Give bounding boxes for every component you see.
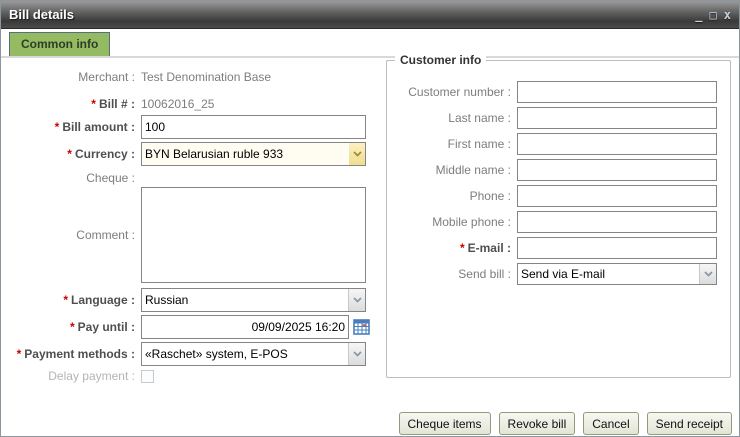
bill-form: Merchant : Test Denomination Base *Bill … xyxy=(1,66,381,383)
required-asterisk: * xyxy=(91,97,96,111)
minimize-icon[interactable]: _ xyxy=(695,9,702,21)
language-row: *Language : Russian xyxy=(1,288,381,312)
currency-select[interactable]: BYN Belarusian ruble 933 xyxy=(141,142,366,166)
chevron-down-icon[interactable] xyxy=(348,343,365,365)
customer-number-row: Customer number : xyxy=(387,81,718,103)
delay-payment-label: Delay payment xyxy=(48,369,128,383)
dialog-titlebar[interactable]: Bill details _ □ x xyxy=(1,1,739,29)
dialog-content: Merchant : Test Denomination Base *Bill … xyxy=(1,58,739,436)
email-input[interactable] xyxy=(517,237,717,259)
chevron-down-icon[interactable] xyxy=(348,289,365,311)
last-name-row: Last name : xyxy=(387,107,718,129)
mobile-phone-row: Mobile phone : xyxy=(387,211,718,233)
required-asterisk: * xyxy=(70,320,75,334)
revoke-bill-button[interactable]: Revoke bill xyxy=(499,412,576,435)
send-bill-label: Send bill xyxy=(458,267,504,281)
bill-number-row: *Bill # : 10062016_25 xyxy=(1,93,381,115)
calendar-icon[interactable] xyxy=(351,317,371,337)
first-name-label: First name xyxy=(448,137,505,151)
phone-label: Phone xyxy=(470,189,505,203)
send-bill-selected-value: Send via E-mail xyxy=(518,264,699,284)
merchant-value: Test Denomination Base xyxy=(141,70,271,84)
required-asterisk: * xyxy=(460,241,465,255)
comment-row: Comment : xyxy=(1,187,381,283)
bill-number-value: 10062016_25 xyxy=(141,97,214,111)
customer-number-input[interactable] xyxy=(517,81,717,103)
required-asterisk: * xyxy=(63,293,68,307)
bill-amount-label: Bill amount xyxy=(62,120,127,134)
maximize-icon[interactable]: □ xyxy=(710,9,717,21)
mobile-phone-input[interactable] xyxy=(517,211,717,233)
middle-name-input[interactable] xyxy=(517,159,717,181)
customer-info-fieldset: Customer info Customer number : Last nam… xyxy=(386,60,731,378)
required-asterisk: * xyxy=(17,347,22,361)
comment-textarea[interactable] xyxy=(141,187,366,283)
middle-name-row: Middle name : xyxy=(387,159,718,181)
mobile-phone-label: Mobile phone xyxy=(432,215,504,229)
language-select[interactable]: Russian xyxy=(141,288,366,312)
email-row: *E-mail : xyxy=(387,237,718,259)
send-receipt-button[interactable]: Send receipt xyxy=(647,412,732,435)
tab-common-info[interactable]: Common info xyxy=(9,32,110,56)
last-name-input[interactable] xyxy=(517,107,717,129)
payment-methods-selected-value: «Raschet» system, E-POS xyxy=(142,343,348,365)
payment-methods-row: *Payment methods : «Raschet» system, E-P… xyxy=(1,342,381,366)
customer-info-title: Customer info xyxy=(395,53,486,67)
send-bill-row: Send bill : Send via E-mail xyxy=(387,263,718,285)
delay-payment-checkbox[interactable] xyxy=(141,370,154,383)
merchant-row: Merchant : Test Denomination Base xyxy=(1,66,381,88)
pay-until-row: *Pay until : xyxy=(1,315,381,339)
chevron-down-icon[interactable] xyxy=(348,143,365,165)
bill-amount-row: *Bill amount : xyxy=(1,115,381,139)
chevron-down-icon[interactable] xyxy=(699,264,716,284)
comment-label: Comment xyxy=(76,228,128,242)
currency-selected-value: BYN Belarusian ruble 933 xyxy=(142,143,348,165)
required-asterisk: * xyxy=(67,147,72,161)
bill-number-label: Bill # xyxy=(99,97,128,111)
first-name-input[interactable] xyxy=(517,133,717,155)
pay-until-input[interactable] xyxy=(141,315,349,339)
language-selected-value: Russian xyxy=(142,289,348,311)
delay-payment-row: Delay payment : xyxy=(1,369,381,383)
cheque-row: Cheque : xyxy=(1,169,381,187)
first-name-row: First name : xyxy=(387,133,718,155)
payment-methods-label: Payment methods xyxy=(24,347,127,361)
footer-button-bar: Cheque items Revoke bill Cancel Send rec… xyxy=(399,412,733,435)
cheque-label: Cheque xyxy=(86,171,128,185)
email-label: E-mail xyxy=(468,241,504,255)
cancel-button[interactable]: Cancel xyxy=(583,412,638,435)
phone-input[interactable] xyxy=(517,185,717,207)
dialog-title: Bill details xyxy=(9,7,74,22)
cheque-items-button[interactable]: Cheque items xyxy=(399,412,491,435)
send-bill-select[interactable]: Send via E-mail xyxy=(517,263,717,285)
bill-details-dialog: Bill details _ □ x Common info Merchant … xyxy=(0,0,740,437)
bill-amount-input[interactable] xyxy=(141,115,366,139)
currency-label: Currency xyxy=(75,147,128,161)
currency-row: *Currency : BYN Belarusian ruble 933 xyxy=(1,142,381,166)
customer-number-label: Customer number xyxy=(408,85,504,99)
close-icon[interactable]: x xyxy=(724,9,731,21)
merchant-label: Merchant xyxy=(78,70,128,84)
phone-row: Phone : xyxy=(387,185,718,207)
last-name-label: Last name xyxy=(448,111,504,125)
payment-methods-select[interactable]: «Raschet» system, E-POS xyxy=(141,342,366,366)
middle-name-label: Middle name xyxy=(436,163,505,177)
pay-until-label: Pay until xyxy=(78,320,128,334)
language-label: Language xyxy=(71,293,128,307)
tab-strip: Common info xyxy=(1,29,739,58)
required-asterisk: * xyxy=(55,120,60,134)
